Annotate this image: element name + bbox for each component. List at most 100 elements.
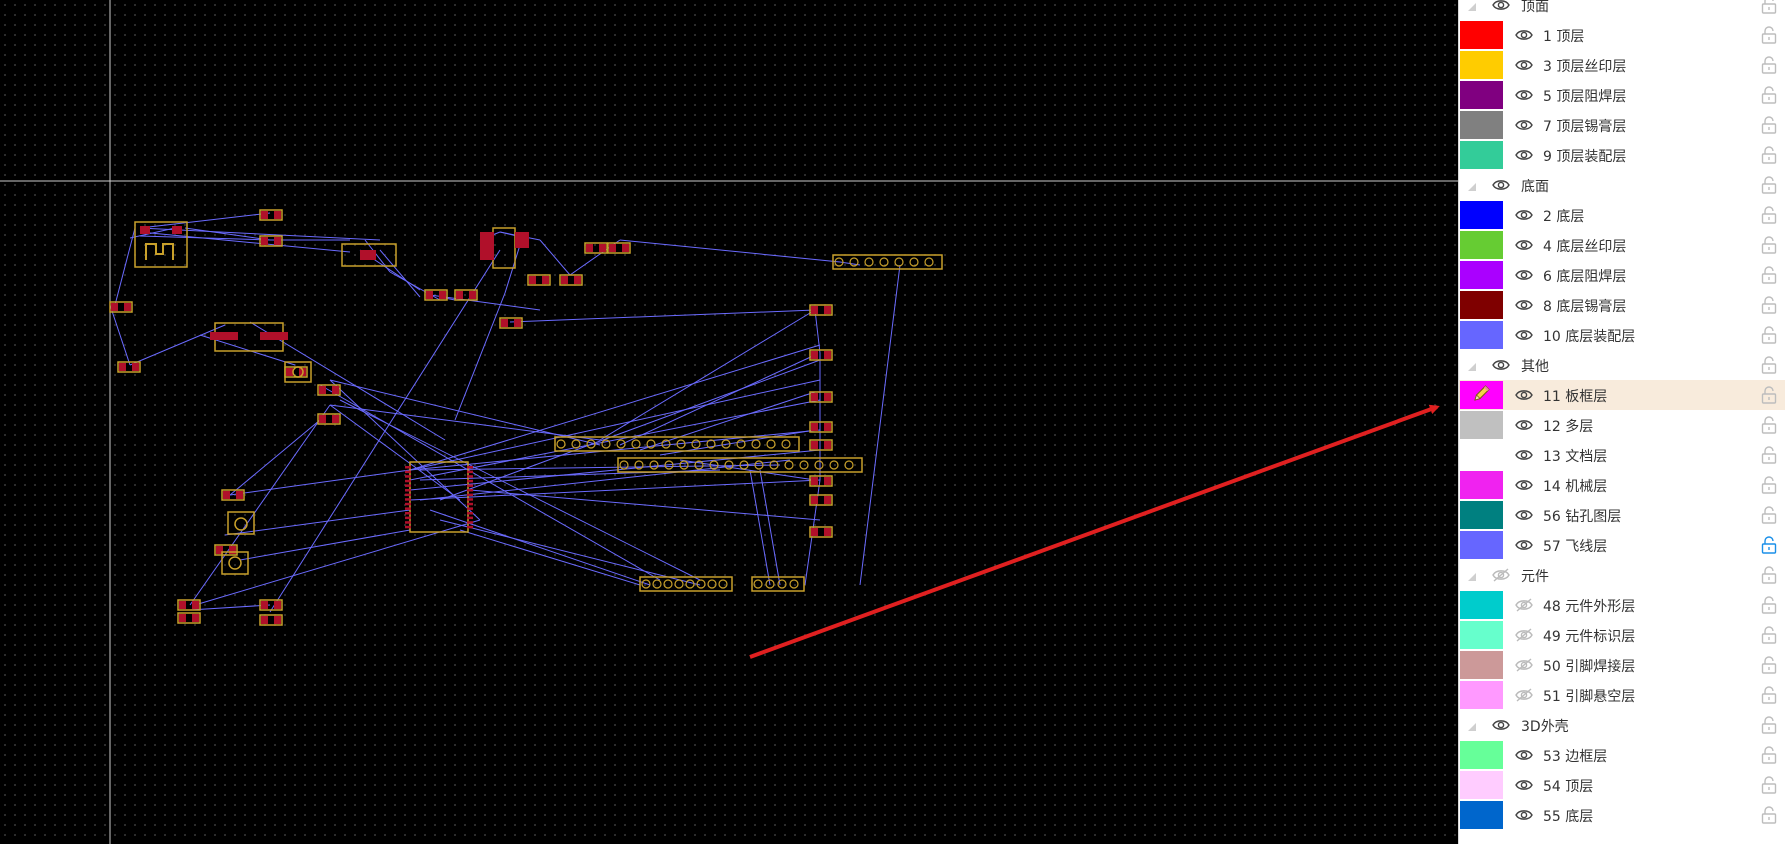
layer-row[interactable]: 57 飞线层 [1459, 530, 1785, 560]
layer-row[interactable]: 12 多层 [1459, 410, 1785, 440]
layer-color-swatch[interactable] [1460, 531, 1503, 559]
eye-icon[interactable] [1492, 358, 1510, 372]
eye-icon[interactable] [1515, 58, 1533, 72]
eye-icon[interactable] [1515, 388, 1533, 402]
layer-color-swatch[interactable] [1460, 681, 1503, 709]
eye-icon[interactable] [1515, 808, 1533, 822]
lock-icon[interactable] [1760, 625, 1778, 645]
collapse-arrow-icon[interactable] [1467, 360, 1477, 371]
lock-icon[interactable] [1760, 715, 1778, 735]
eye-icon[interactable] [1515, 148, 1533, 162]
eye-icon[interactable] [1515, 238, 1533, 252]
lock-icon[interactable] [1760, 535, 1778, 555]
eye-icon[interactable] [1515, 778, 1533, 792]
layer-row[interactable]: 11 板框层 [1459, 380, 1785, 410]
layer-color-swatch[interactable] [1460, 291, 1503, 319]
layer-color-swatch[interactable] [1460, 651, 1503, 679]
eye-icon[interactable] [1492, 718, 1510, 732]
layer-row[interactable]: 56 钻孔图层 [1459, 500, 1785, 530]
layer-row[interactable]: 54 顶层 [1459, 770, 1785, 800]
eye-off-icon[interactable] [1515, 598, 1533, 612]
lock-icon[interactable] [1760, 415, 1778, 435]
eye-icon[interactable] [1515, 748, 1533, 762]
lock-icon[interactable] [1760, 325, 1778, 345]
collapse-arrow-icon[interactable] [1467, 0, 1477, 11]
eye-icon[interactable] [1515, 418, 1533, 432]
layer-color-swatch[interactable] [1460, 441, 1503, 469]
layer-row[interactable]: 9 顶层装配层 [1459, 140, 1785, 170]
layer-color-swatch[interactable] [1460, 501, 1503, 529]
layer-row[interactable]: 10 底层装配层 [1459, 320, 1785, 350]
lock-icon[interactable] [1760, 265, 1778, 285]
layer-color-swatch[interactable] [1460, 621, 1503, 649]
lock-icon[interactable] [1760, 445, 1778, 465]
layer-color-swatch[interactable] [1460, 141, 1503, 169]
lock-icon[interactable] [1760, 235, 1778, 255]
eye-off-icon[interactable] [1515, 628, 1533, 642]
eye-icon[interactable] [1515, 328, 1533, 342]
layer-group-底面[interactable]: 底面 [1459, 170, 1785, 200]
eye-off-icon[interactable] [1492, 568, 1510, 582]
eye-icon[interactable] [1515, 28, 1533, 42]
lock-icon[interactable] [1760, 355, 1778, 375]
layer-color-swatch[interactable] [1460, 81, 1503, 109]
lock-icon[interactable] [1760, 295, 1778, 315]
lock-icon[interactable] [1760, 115, 1778, 135]
pcb-canvas[interactable] [0, 0, 1458, 844]
lock-icon[interactable] [1760, 595, 1778, 615]
lock-icon[interactable] [1760, 175, 1778, 195]
layer-row[interactable]: 51 引脚悬空层 [1459, 680, 1785, 710]
layer-color-swatch[interactable] [1460, 801, 1503, 829]
eye-icon[interactable] [1492, 0, 1510, 12]
collapse-arrow-icon[interactable] [1467, 720, 1477, 731]
layer-color-swatch[interactable] [1460, 411, 1503, 439]
lock-icon[interactable] [1760, 505, 1778, 525]
layer-color-swatch[interactable] [1460, 321, 1503, 349]
layer-row[interactable]: 55 底层 [1459, 800, 1785, 830]
layer-color-swatch[interactable] [1460, 201, 1503, 229]
layer-color-swatch[interactable] [1460, 771, 1503, 799]
lock-icon[interactable] [1760, 25, 1778, 45]
layer-group-顶面[interactable]: 顶面 [1459, 0, 1785, 20]
layer-group-3D外壳[interactable]: 3D外壳 [1459, 710, 1785, 740]
lock-icon[interactable] [1760, 745, 1778, 765]
lock-icon[interactable] [1760, 55, 1778, 75]
eye-icon[interactable] [1515, 538, 1533, 552]
lock-icon[interactable] [1760, 475, 1778, 495]
eye-off-icon[interactable] [1515, 658, 1533, 672]
lock-icon[interactable] [1760, 565, 1778, 585]
layer-group-其他[interactable]: 其他 [1459, 350, 1785, 380]
lock-icon[interactable] [1760, 655, 1778, 675]
layer-color-swatch[interactable] [1460, 111, 1503, 139]
eye-icon[interactable] [1492, 178, 1510, 192]
lock-icon[interactable] [1760, 385, 1778, 405]
layer-row[interactable]: 2 底层 [1459, 200, 1785, 230]
lock-icon[interactable] [1760, 685, 1778, 705]
lock-icon[interactable] [1760, 145, 1778, 165]
lock-icon[interactable] [1760, 85, 1778, 105]
layer-color-swatch[interactable] [1460, 21, 1503, 49]
lock-icon[interactable] [1760, 0, 1778, 15]
layer-row[interactable]: 50 引脚焊接层 [1459, 650, 1785, 680]
eye-icon[interactable] [1515, 298, 1533, 312]
lock-icon[interactable] [1760, 805, 1778, 825]
layer-color-swatch[interactable] [1460, 741, 1503, 769]
layer-color-swatch[interactable] [1460, 231, 1503, 259]
eye-icon[interactable] [1515, 88, 1533, 102]
eye-icon[interactable] [1515, 448, 1533, 462]
layer-row[interactable]: 1 顶层 [1459, 20, 1785, 50]
eye-icon[interactable] [1515, 118, 1533, 132]
layer-row[interactable]: 5 顶层阻焊层 [1459, 80, 1785, 110]
layer-color-swatch[interactable] [1460, 471, 1503, 499]
layer-color-swatch[interactable] [1460, 51, 1503, 79]
layer-row[interactable]: 14 机械层 [1459, 470, 1785, 500]
layer-row[interactable]: 53 边框层 [1459, 740, 1785, 770]
layer-row[interactable]: 4 底层丝印层 [1459, 230, 1785, 260]
layer-group-元件[interactable]: 元件 [1459, 560, 1785, 590]
layer-color-swatch[interactable] [1460, 261, 1503, 289]
pcb-drawing[interactable] [0, 0, 1458, 844]
layer-color-swatch[interactable] [1460, 591, 1503, 619]
eye-icon[interactable] [1515, 208, 1533, 222]
layer-color-swatch[interactable] [1460, 381, 1503, 409]
lock-icon[interactable] [1760, 205, 1778, 225]
